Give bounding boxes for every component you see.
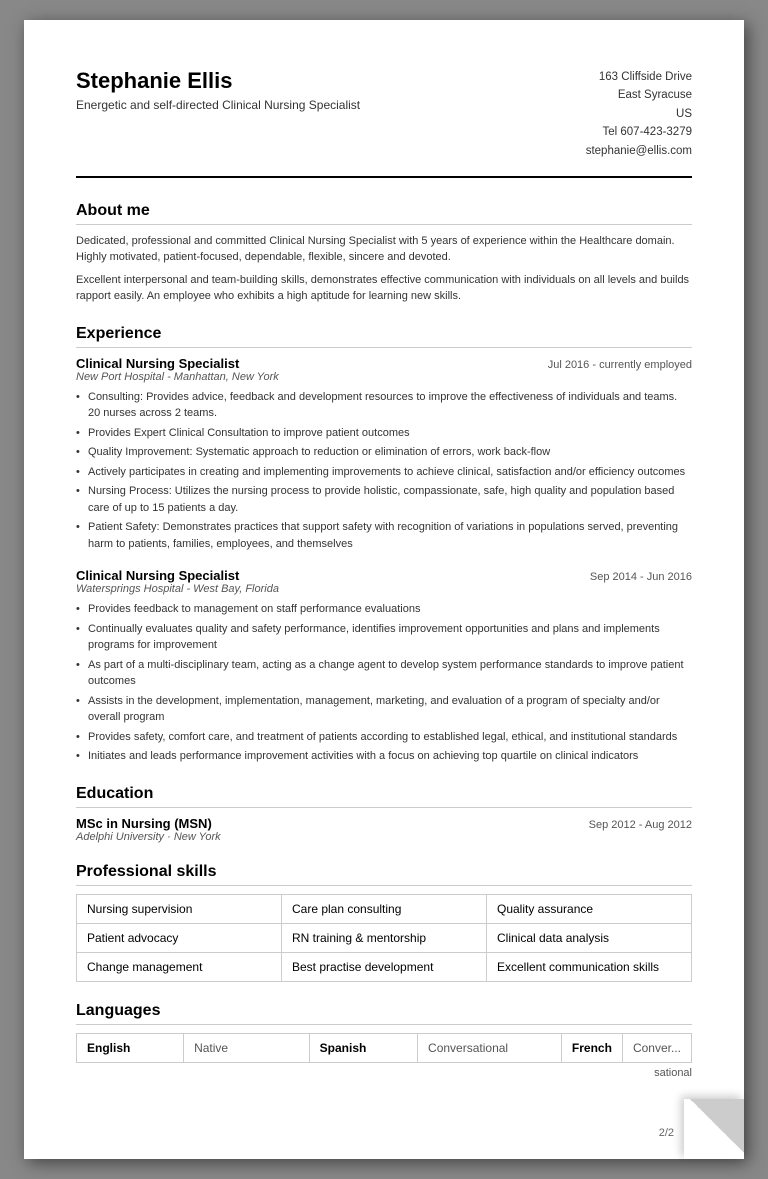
skill-cell: Clinical data analysis bbox=[487, 923, 692, 952]
bullet: Quality Improvement: Systematic approach… bbox=[76, 444, 692, 461]
skill-cell: Nursing supervision bbox=[77, 894, 282, 923]
candidate-subtitle: Energetic and self-directed Clinical Nur… bbox=[76, 98, 360, 112]
education-section: Education MSc in Nursing (MSN) Sep 2012 … bbox=[76, 785, 692, 843]
lang-extra: sational bbox=[76, 1067, 692, 1079]
header: Stephanie Ellis Energetic and self-direc… bbox=[76, 68, 692, 178]
lang-name: English bbox=[77, 1033, 184, 1062]
bullet: Continually evaluates quality and safety… bbox=[76, 621, 692, 654]
job-1-dates: Jul 2016 - currently employed bbox=[548, 359, 692, 371]
skills-row-3: Change management Best practise developm… bbox=[77, 952, 692, 981]
header-left: Stephanie Ellis Energetic and self-direc… bbox=[76, 68, 360, 112]
bullet: Initiates and leads performance improvem… bbox=[76, 748, 692, 765]
skill-cell: Quality assurance bbox=[487, 894, 692, 923]
skills-title: Professional skills bbox=[76, 863, 692, 886]
edu-header: MSc in Nursing (MSN) Sep 2012 - Aug 2012 bbox=[76, 816, 692, 831]
skill-cell: Excellent communication skills bbox=[487, 952, 692, 981]
candidate-name: Stephanie Ellis bbox=[76, 68, 360, 94]
skills-table: Nursing supervision Care plan consulting… bbox=[76, 894, 692, 982]
skill-cell: Best practise development bbox=[282, 952, 487, 981]
job-1: Clinical Nursing Specialist Jul 2016 - c… bbox=[76, 356, 692, 553]
job-2: Clinical Nursing Specialist Sep 2014 - J… bbox=[76, 568, 692, 765]
job-2-dates: Sep 2014 - Jun 2016 bbox=[590, 571, 692, 583]
experience-section: Experience Clinical Nursing Specialist J… bbox=[76, 325, 692, 765]
skill-cell: Change management bbox=[77, 952, 282, 981]
skills-row-2: Patient advocacy RN training & mentorshi… bbox=[77, 923, 692, 952]
languages-table: English Native Spanish Conversational Fr… bbox=[76, 1033, 692, 1063]
bullet: Provides Expert Clinical Consultation to… bbox=[76, 425, 692, 442]
phone: Tel 607-423-3279 bbox=[586, 123, 692, 141]
skill-cell: Patient advocacy bbox=[77, 923, 282, 952]
languages-title: Languages bbox=[76, 1002, 692, 1025]
job-1-company: New Port Hospital - Manhattan, New York bbox=[76, 371, 692, 383]
address-line1: 163 Cliffside Drive bbox=[586, 68, 692, 86]
lang-name: Spanish bbox=[309, 1033, 417, 1062]
lang-level: Conversational bbox=[418, 1033, 562, 1062]
header-right: 163 Cliffside Drive East Syracuse US Tel… bbox=[586, 68, 692, 160]
address-line2: East Syracuse bbox=[586, 86, 692, 104]
bullet: Assists in the development, implementati… bbox=[76, 693, 692, 726]
bullet: Provides safety, comfort care, and treat… bbox=[76, 729, 692, 746]
lang-level: Conver... bbox=[622, 1033, 691, 1062]
about-para1: Dedicated, professional and committed Cl… bbox=[76, 233, 692, 266]
job-2-bullets: Provides feedback to management on staff… bbox=[76, 601, 692, 765]
lang-level: Native bbox=[184, 1033, 310, 1062]
job-2-title: Clinical Nursing Specialist bbox=[76, 568, 239, 583]
bullet: Actively participates in creating and im… bbox=[76, 464, 692, 481]
bullet: Patient Safety: Demonstrates practices t… bbox=[76, 519, 692, 552]
page-number: 2/2 bbox=[659, 1127, 674, 1139]
job-1-title: Clinical Nursing Specialist bbox=[76, 356, 239, 371]
experience-title: Experience bbox=[76, 325, 692, 348]
job-2-company: Watersprings Hospital - West Bay, Florid… bbox=[76, 583, 692, 595]
edu-dates: Sep 2012 - Aug 2012 bbox=[589, 819, 692, 831]
resume-page: Stephanie Ellis Energetic and self-direc… bbox=[24, 20, 744, 1159]
education-title: Education bbox=[76, 785, 692, 808]
job-2-header: Clinical Nursing Specialist Sep 2014 - J… bbox=[76, 568, 692, 583]
about-para2: Excellent interpersonal and team-buildin… bbox=[76, 272, 692, 305]
job-1-header: Clinical Nursing Specialist Jul 2016 - c… bbox=[76, 356, 692, 371]
skill-cell: RN training & mentorship bbox=[282, 923, 487, 952]
bullet: Nursing Process: Utilizes the nursing pr… bbox=[76, 483, 692, 516]
bullet: Provides feedback to management on staff… bbox=[76, 601, 692, 618]
edu-degree: MSc in Nursing (MSN) bbox=[76, 816, 212, 831]
about-title: About me bbox=[76, 202, 692, 225]
lang-name: French bbox=[561, 1033, 622, 1062]
job-1-bullets: Consulting: Provides advice, feedback an… bbox=[76, 389, 692, 553]
lang-row: English Native Spanish Conversational Fr… bbox=[77, 1033, 692, 1062]
skill-cell: Care plan consulting bbox=[282, 894, 487, 923]
skills-row-1: Nursing supervision Care plan consulting… bbox=[77, 894, 692, 923]
about-section: About me Dedicated, professional and com… bbox=[76, 202, 692, 305]
bullet: Consulting: Provides advice, feedback an… bbox=[76, 389, 692, 422]
address-line3: US bbox=[586, 105, 692, 123]
bullet: As part of a multi-disciplinary team, ac… bbox=[76, 657, 692, 690]
edu-institution: Adelphi University · New York bbox=[76, 831, 692, 843]
email: stephanie@ellis.com bbox=[586, 142, 692, 160]
skills-section: Professional skills Nursing supervision … bbox=[76, 863, 692, 982]
languages-section: Languages English Native Spanish Convers… bbox=[76, 1002, 692, 1079]
